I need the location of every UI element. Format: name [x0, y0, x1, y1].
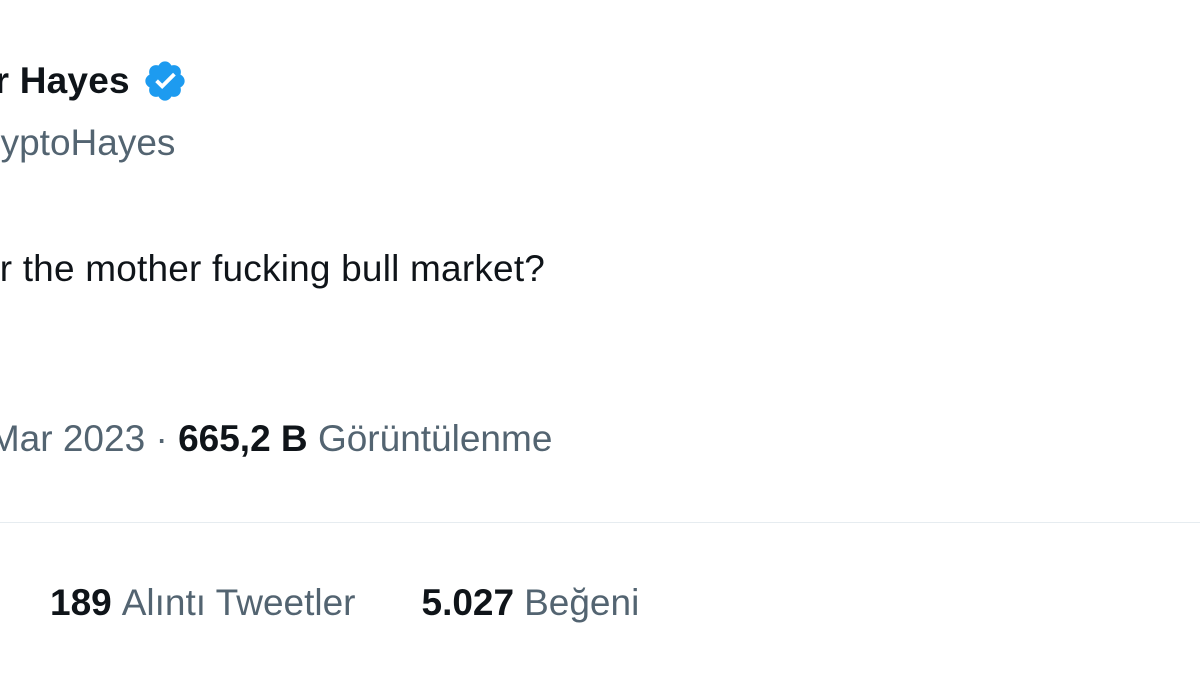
quote-tweets-stat[interactable]: 189 Alıntı Tweetler [50, 582, 356, 624]
meta-separator: · [155, 418, 168, 459]
quote-tweets-label: Alıntı Tweetler [121, 582, 356, 623]
likes-stat[interactable]: 5.027 Beğeni [422, 582, 640, 624]
quote-tweets-count: 189 [50, 582, 112, 623]
tweet-meta: 6 Mar 2023 · 665,2 B Görüntülenme [0, 418, 552, 460]
tweet-date[interactable]: 6 Mar 2023 [0, 418, 145, 459]
tweet: Arthur Hayes @CryptoHayes Ready for the … [0, 0, 1200, 675]
verified-badge-icon [142, 58, 188, 104]
divider [0, 522, 1200, 523]
author-display-name[interactable]: Arthur Hayes [0, 60, 130, 102]
author-handle[interactable]: @CryptoHayes [0, 122, 175, 164]
likes-count: 5.027 [421, 582, 515, 623]
author-row: Arthur Hayes [0, 58, 188, 104]
views-count: 665,2 B [178, 418, 308, 459]
views-label: Görüntülenme [317, 418, 553, 459]
tweet-text: Ready for the mother fucking bull market… [0, 248, 546, 289]
tweet-stats: 189 Alıntı Tweetler 5.027 Beğeni [50, 582, 639, 624]
likes-label: Beğeni [524, 582, 640, 623]
